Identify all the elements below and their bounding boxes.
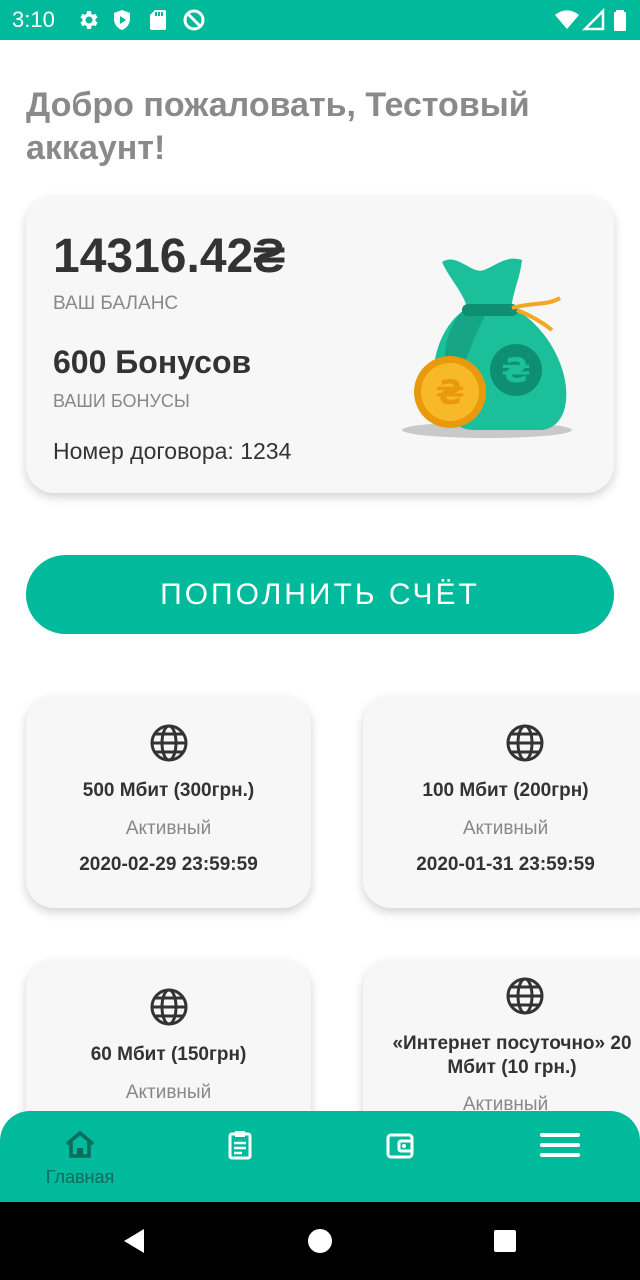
bonus-amount: 600 Бонусов xyxy=(53,344,252,380)
nav-item-menu[interactable] xyxy=(480,1111,640,1202)
nav-item-documents[interactable] xyxy=(160,1111,320,1202)
globe-icon xyxy=(505,723,545,763)
status-bar: 3:10 xyxy=(0,0,640,40)
tariff-card[interactable]: 500 Мбит (300грн.) Активный 2020-02-29 2… xyxy=(26,696,311,908)
tariff-status: Активный xyxy=(125,818,212,839)
tariff-name: 500 Мбит (300грн.) xyxy=(82,780,255,801)
tariff-name: «Интернет посуточно» 20 Мбит (10 грн.) xyxy=(392,1033,632,1078)
clipboard-icon xyxy=(222,1127,258,1163)
wallet-icon xyxy=(382,1127,418,1163)
balance-label: ВАШ БАЛАНС xyxy=(53,293,179,314)
no-sync-icon xyxy=(182,8,206,32)
nav-label-home: Главная xyxy=(45,1167,115,1187)
nav-item-wallet[interactable] xyxy=(320,1111,480,1202)
tariff-card[interactable]: 100 Мбит (200грн) Активный 2020-01-31 23… xyxy=(363,696,640,908)
topup-button[interactable]: ПОПОЛНИТЬ СЧЁТ xyxy=(26,555,614,634)
greeting-title: Добро пожаловать, Тестовый аккаунт! xyxy=(26,86,530,167)
home-icon xyxy=(62,1127,98,1163)
recents-icon[interactable] xyxy=(491,1227,519,1255)
bonus-label: ВАШИ БОНУСЫ xyxy=(53,391,190,411)
status-time: 3:10 xyxy=(12,7,55,32)
globe-icon xyxy=(149,987,189,1027)
nav-item-home[interactable]: Главная xyxy=(0,1111,160,1202)
contract-number: Номер договора: 1234 xyxy=(53,438,292,464)
home-circle-icon[interactable] xyxy=(306,1227,334,1255)
balance-card: 14316.42₴ ВАШ БАЛАНС 600 Бонусов ВАШИ БО… xyxy=(26,196,614,493)
bottom-nav: Главная xyxy=(0,1111,640,1202)
svg-text:₴: ₴ xyxy=(435,373,464,413)
tariff-status: Активный xyxy=(462,818,549,839)
settings-icon xyxy=(76,8,100,32)
svg-text:₴: ₴ xyxy=(501,351,530,391)
tariff-name: 100 Мбит (200грн) xyxy=(422,780,589,801)
tariff-date: 2020-02-29 23:59:59 xyxy=(79,854,258,875)
wifi-icon xyxy=(555,8,579,32)
sd-card-icon xyxy=(146,8,170,32)
tariff-date: 2020-01-31 23:59:59 xyxy=(416,854,595,875)
battery-icon xyxy=(608,8,632,32)
shield-play-icon xyxy=(110,8,134,32)
money-bag-icon: ₴ ₴ xyxy=(392,250,572,440)
system-nav-bar xyxy=(0,1202,640,1280)
back-icon[interactable] xyxy=(120,1227,148,1255)
globe-icon xyxy=(505,976,545,1016)
signal-icon xyxy=(582,8,606,32)
tariff-status: Активный xyxy=(125,1082,212,1103)
tariff-name: 60 Мбит (150грн) xyxy=(90,1044,247,1065)
globe-icon xyxy=(149,723,189,763)
menu-icon xyxy=(540,1127,580,1163)
balance-amount: 14316.42₴ xyxy=(53,230,286,283)
